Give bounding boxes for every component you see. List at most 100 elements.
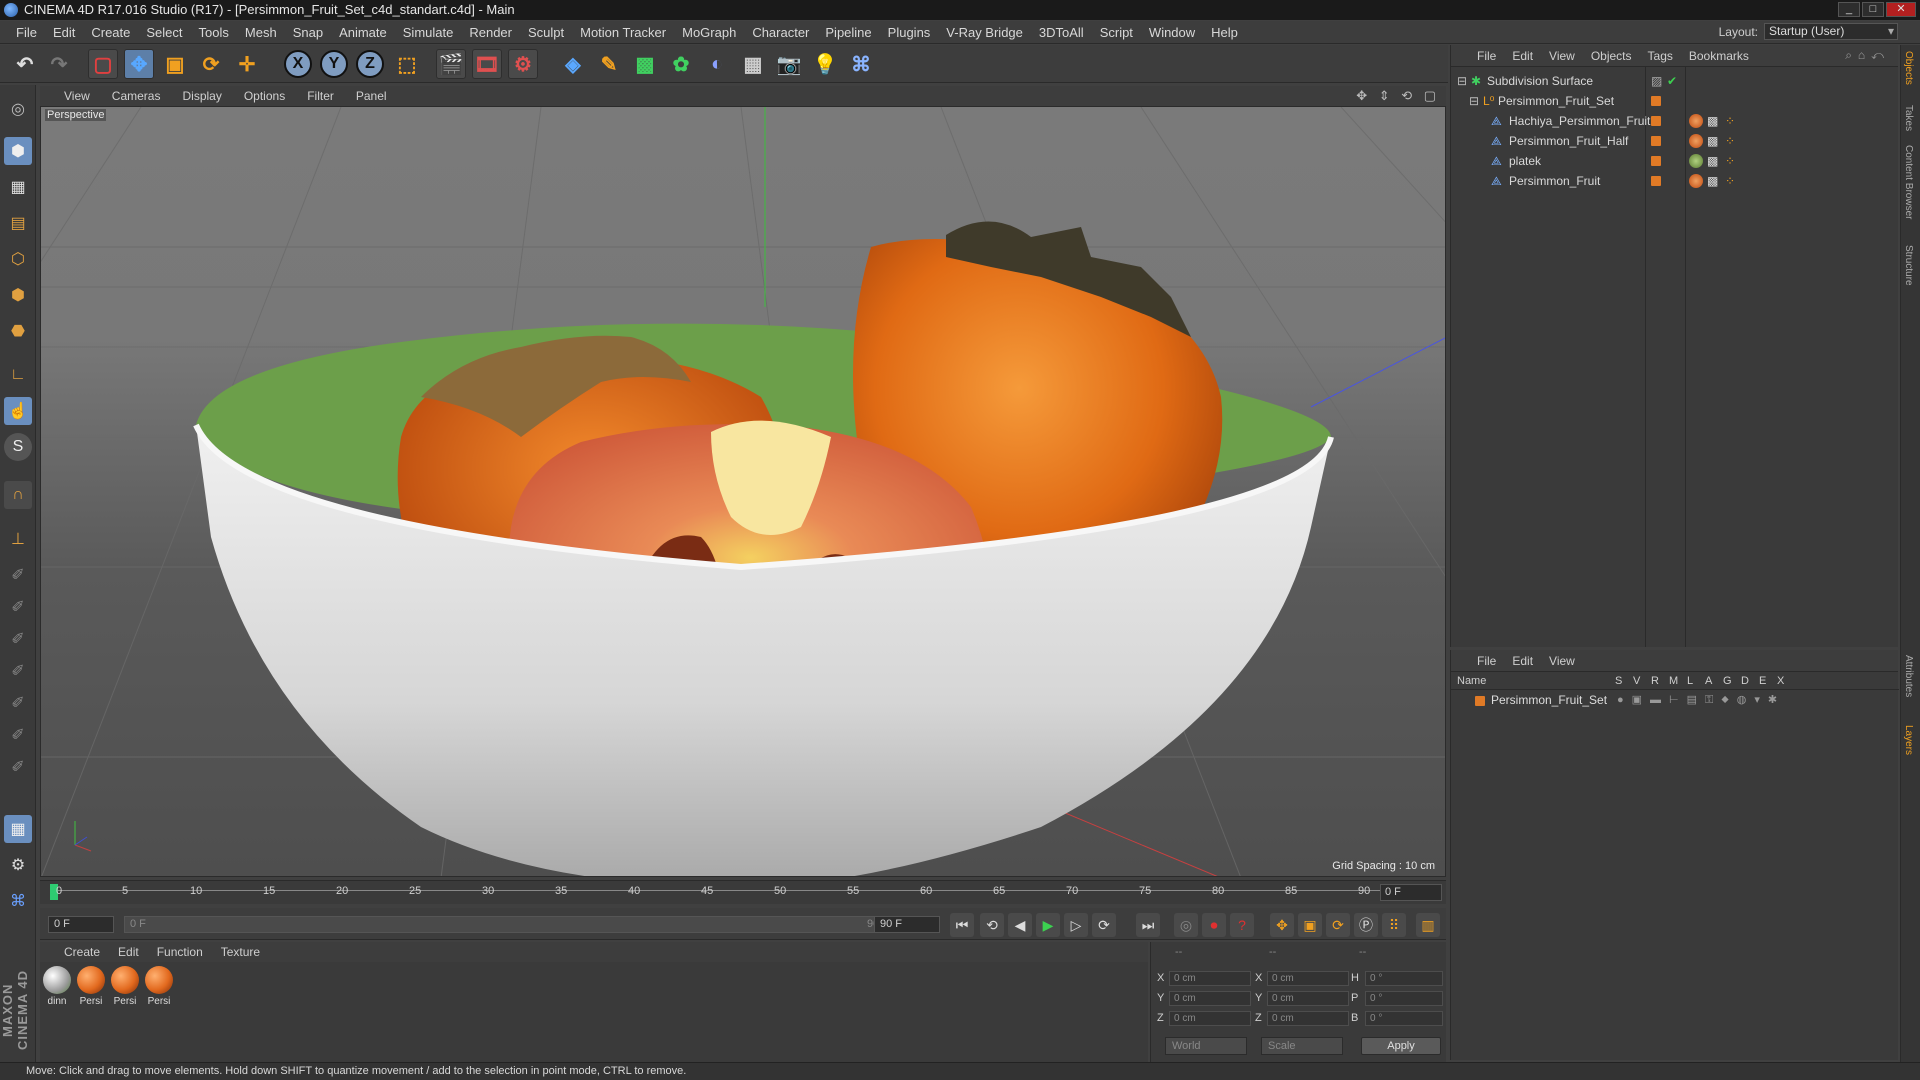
frame-range-slider[interactable]: 0 F 90 F (124, 916, 904, 933)
object-row-fruit-half[interactable]: ⟁ Persimmon_Fruit_Half ▩ ⁘ (1451, 131, 1891, 151)
layer-toggle-icons[interactable]: ●▣▬⊢▤⚿⬥◍▾✱ (1617, 693, 1785, 707)
go-to-end-icon[interactable]: ⏭ (1136, 913, 1160, 937)
tab-objects[interactable]: Objects (1903, 51, 1914, 85)
laymgr-menu-edit[interactable]: Edit (1512, 654, 1533, 668)
layer-color-swatch[interactable] (1651, 136, 1661, 146)
inflate-brush-icon[interactable]: ✐ (4, 689, 32, 717)
object-row-fruit-set[interactable]: ⊟ L⁰ Persimmon_Fruit_Set (1451, 91, 1891, 111)
param-key-icon[interactable]: Ⓟ (1354, 913, 1378, 937)
coordinate-system-icon[interactable]: ⬚ (392, 49, 422, 79)
python-icon[interactable]: ⌘ (846, 49, 876, 79)
close-button[interactable]: ✕ (1886, 2, 1916, 17)
position-z-field[interactable]: 0 cm (1169, 1011, 1251, 1026)
uvw-tag-icon[interactable]: ▩ (1707, 111, 1718, 131)
objmgr-menu-tags[interactable]: Tags (1648, 49, 1673, 63)
subdivision-icon[interactable]: ▩ (630, 49, 660, 79)
last-tool-icon[interactable]: ✛ (232, 49, 262, 79)
position-key-icon[interactable]: ✥ (1270, 913, 1294, 937)
edges-mode-icon[interactable]: ⬢ (4, 281, 32, 309)
snap-icon[interactable]: S (4, 433, 32, 461)
layer-col-manager[interactable]: M (1669, 675, 1678, 687)
python-script-icon[interactable]: ⌘ (4, 887, 32, 915)
menu-pipeline[interactable]: Pipeline (817, 25, 879, 40)
material-menu-texture[interactable]: Texture (221, 945, 260, 959)
menu-3dtoall[interactable]: 3DToAll (1031, 25, 1092, 40)
object-row-subdivision[interactable]: ⊟ ✱ Subdivision Surface ▨ ✔ (1451, 71, 1891, 91)
rotation-b-field[interactable]: 0 ° (1365, 1011, 1443, 1026)
menu-edit[interactable]: Edit (45, 25, 83, 40)
menu-sculpt[interactable]: Sculpt (520, 25, 572, 40)
layer-col-animation[interactable]: A (1705, 675, 1712, 687)
scale-tool-icon[interactable]: ▣ (160, 49, 190, 79)
floor-icon[interactable]: ▦ (738, 49, 768, 79)
viewport-menu-cameras[interactable]: Cameras (112, 89, 161, 103)
size-x-field[interactable]: 0 cm (1267, 971, 1349, 986)
3d-viewport[interactable]: Perspective Grid Spacing : 10 cm (40, 106, 1446, 877)
start-frame-field[interactable]: 0 F (48, 916, 114, 933)
viewport-menu-view[interactable]: View (64, 89, 90, 103)
rotation-key-icon[interactable]: ⟳ (1326, 913, 1350, 937)
size-mode-select[interactable]: Scale (1261, 1037, 1343, 1055)
layer-color-swatch[interactable] (1651, 96, 1661, 106)
material-menu-edit[interactable]: Edit (118, 945, 139, 959)
material-tag-icon[interactable] (1689, 134, 1703, 148)
cube-primitive-icon[interactable]: ◈ (558, 49, 588, 79)
menu-vray-bridge[interactable]: V-Ray Bridge (938, 25, 1031, 40)
timeline-ruler[interactable]: 0 5 10 15 20 25 30 35 40 45 50 55 60 65 … (40, 880, 1446, 904)
live-selection-icon[interactable]: ▢ (88, 49, 118, 79)
objmgr-menu-edit[interactable]: Edit (1512, 49, 1533, 63)
play-icon[interactable]: ▶ (1036, 913, 1060, 937)
autokey-icon[interactable]: ⏺ (1202, 913, 1226, 937)
layer-col-locked[interactable]: L (1687, 675, 1693, 687)
layer-col-deformers[interactable]: D (1741, 675, 1749, 687)
viewport-menu-options[interactable]: Options (244, 89, 285, 103)
pull-brush-icon[interactable]: ✐ (4, 593, 32, 621)
material-swatch[interactable]: Persi (76, 966, 106, 1010)
objmgr-menu-bookmarks[interactable]: Bookmarks (1689, 49, 1749, 63)
pla-key-icon[interactable]: ⠿ (1382, 913, 1406, 937)
phong-tag-icon[interactable]: ⁘ (1725, 151, 1735, 171)
layer-col-generators[interactable]: G (1723, 675, 1732, 687)
minimize-button[interactable]: _ (1838, 2, 1860, 17)
z-axis-toggle[interactable]: Z (356, 50, 384, 78)
layer-swatch-empty[interactable]: ▨ (1651, 71, 1662, 91)
layout-select[interactable]: Startup (User) (1764, 23, 1898, 40)
material-tag-icon[interactable] (1689, 154, 1703, 168)
objmgr-menu-objects[interactable]: Objects (1591, 49, 1632, 63)
workplane-icon[interactable]: ▤ (4, 209, 32, 237)
texture-mode-icon[interactable]: ▦ (4, 173, 32, 201)
rotation-p-field[interactable]: 0 ° (1365, 991, 1443, 1006)
light-icon[interactable]: 💡 (810, 49, 840, 79)
points-mode-icon[interactable]: ⬡ (4, 245, 32, 273)
camera-icon[interactable]: 📷 (774, 49, 804, 79)
viewport-menu-filter[interactable]: Filter (307, 89, 334, 103)
viewport-navigation-icons[interactable]: ✥ ⇕ ⟲ ▢ (1356, 88, 1440, 104)
object-row-hachiya[interactable]: ⟁ Hachiya_Persimmon_Fruit ▩ ⁘ (1451, 111, 1891, 131)
scale-key-icon[interactable]: ▣ (1298, 913, 1322, 937)
material-tag-icon[interactable] (1689, 114, 1703, 128)
phong-tag-icon[interactable]: ⁘ (1725, 111, 1735, 131)
menu-simulate[interactable]: Simulate (395, 25, 462, 40)
expand-icon[interactable]: ⊟ (1469, 91, 1479, 111)
prev-key-icon[interactable]: ⟲ (980, 913, 1004, 937)
redo-icon[interactable]: ↷ (44, 49, 74, 79)
laymgr-menu-view[interactable]: View (1549, 654, 1575, 668)
layer-col-expressions[interactable]: E (1759, 675, 1766, 687)
material-swatch[interactable]: Persi (144, 966, 174, 1010)
material-menu-create[interactable]: Create (64, 945, 100, 959)
make-editable-icon[interactable]: ◎ (4, 95, 32, 123)
spline-pen-icon[interactable]: ✎ (594, 49, 624, 79)
objmgr-menu-file[interactable]: File (1477, 49, 1496, 63)
coordinate-space-select[interactable]: World (1165, 1037, 1247, 1055)
model-mode-icon[interactable]: ⬢ (4, 137, 32, 165)
menu-motion-tracker[interactable]: Motion Tracker (572, 25, 674, 40)
prev-frame-icon[interactable]: ◀ (1008, 913, 1032, 937)
measure-icon[interactable]: ⊥ (4, 525, 32, 553)
phong-tag-icon[interactable]: ⁘ (1725, 131, 1735, 151)
workplane-lock-icon[interactable]: ⚙ (4, 851, 32, 879)
menu-create[interactable]: Create (83, 25, 138, 40)
brush-icon[interactable]: ✐ (4, 561, 32, 589)
layer-color-swatch[interactable] (1651, 176, 1661, 186)
rotation-h-field[interactable]: 0 ° (1365, 971, 1443, 986)
uvw-tag-icon[interactable]: ▩ (1707, 171, 1718, 191)
